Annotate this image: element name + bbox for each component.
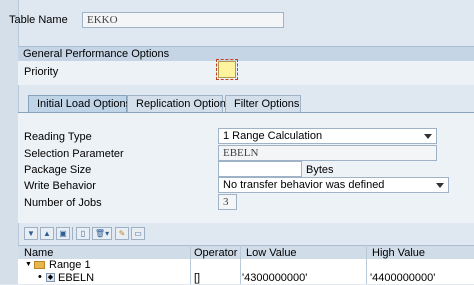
table-row[interactable]: • ◆ EBELN [] '4300000000' '4400000000' (18, 271, 474, 285)
column-divider[interactable] (366, 245, 367, 284)
column-name: Name (24, 247, 54, 259)
performance-section-title: General Performance Options (23, 48, 170, 60)
tree-bullet-icon: • (38, 271, 42, 283)
tab-initial-load-options[interactable]: Initial Load Options (28, 95, 131, 112)
package-size-label: Package Size (24, 164, 92, 176)
performance-section-header: General Performance Options (18, 46, 474, 61)
collapse-all-icon[interactable]: ▲ (40, 227, 54, 240)
selection-parameter-label: Selection Parameter (24, 148, 124, 160)
reading-type-select[interactable]: 1 Range Calculation (218, 128, 437, 144)
field-name: EBELN (58, 272, 95, 284)
select-icon[interactable]: ▣ (56, 227, 70, 240)
table-row[interactable]: ▼ Range 1 (18, 259, 474, 273)
write-behavior-select[interactable]: No transfer behavior was defined (218, 177, 449, 193)
column-divider[interactable] (190, 245, 191, 284)
left-gutter (0, 0, 19, 284)
tab-filter-options[interactable]: Filter Options (225, 95, 301, 112)
low-value: '4300000000' (242, 272, 308, 284)
reading-type-value: 1 Range Calculation (223, 130, 323, 142)
insert-icon[interactable]: ▭ (131, 227, 145, 240)
column-divider[interactable] (240, 245, 241, 284)
priority-field[interactable] (216, 59, 238, 80)
high-value: '4400000000' (370, 272, 436, 284)
reading-type-label: Reading Type (24, 131, 92, 143)
selection-parameter-field: EBELN (218, 145, 437, 161)
table-name-label: Table Name (9, 14, 68, 26)
number-of-jobs-field: 3 (218, 194, 237, 210)
toolbar-divider (72, 227, 73, 240)
operator-value: [] (194, 272, 201, 284)
column-high-value: High Value (372, 247, 425, 259)
folder-icon (34, 261, 45, 269)
write-behavior-value: No transfer behavior was defined (223, 179, 385, 191)
chevron-down-icon[interactable]: ▼ (25, 261, 32, 268)
package-size-input[interactable] (218, 161, 302, 177)
add-row-icon[interactable]: ▯ (76, 227, 90, 240)
tab-replication-options[interactable]: Replication Options (127, 95, 231, 112)
table-name-field: EKKO (82, 12, 284, 28)
column-low-value: Low Value (246, 247, 297, 259)
chevron-down-icon (424, 134, 432, 139)
edit-icon[interactable]: ✎ (115, 227, 129, 240)
number-of-jobs-label: Number of Jobs (24, 197, 102, 209)
column-operator: Operator (194, 247, 238, 259)
expand-all-icon[interactable]: ▼ (24, 227, 38, 240)
chevron-down-icon (436, 183, 444, 188)
field-icon: ◆ (46, 273, 55, 282)
delete-row-icon[interactable]: 🗑▾ (92, 227, 112, 240)
performance-panel (18, 61, 474, 85)
package-size-unit: Bytes (306, 164, 334, 176)
range-name: Range 1 (49, 259, 91, 271)
write-behavior-label: Write Behavior (24, 180, 96, 192)
priority-label: Priority (24, 66, 59, 78)
